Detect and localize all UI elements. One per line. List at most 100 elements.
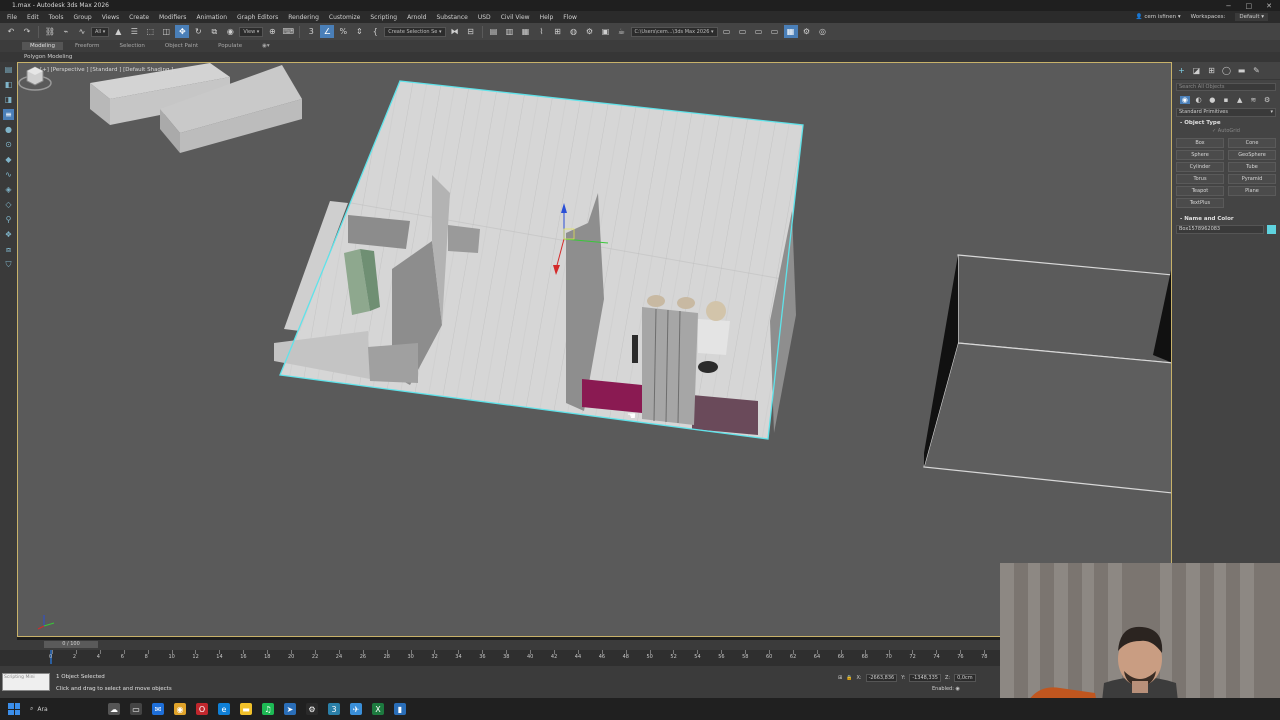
tab-modeling[interactable]: Modeling [22,42,64,50]
ribbon-options-icon[interactable]: ◉▾ [254,42,278,50]
object-name-field[interactable]: Box1578962083 [1176,225,1264,234]
app-icon[interactable]: ▮ [394,703,406,715]
render-setup-icon[interactable]: ⚙ [583,25,597,38]
menu-customize[interactable]: Customize [324,14,366,21]
curve-editor-icon[interactable]: ⌇ [535,25,549,38]
pyramid-button[interactable]: Pyramid [1228,174,1276,184]
selection-filter-dropdown[interactable]: All ▾ [91,26,110,37]
select-object-icon[interactable]: ▲ [111,25,125,38]
search-objects-input[interactable]: Search All Objects [1176,83,1276,91]
select-by-name-icon[interactable]: ☰ [127,25,141,38]
taskbar-search[interactable]: ⌕ Ara [30,705,98,713]
menu-usd[interactable]: USD [473,14,496,21]
edge-icon[interactable]: e [218,703,230,715]
space-warps-icon[interactable]: ≋ [1249,96,1259,104]
shapes-icon[interactable]: ◐ [1194,96,1204,104]
maxscript-listener[interactable]: Scripting Mini [2,673,50,691]
angle-snap-icon[interactable]: ∠ [320,25,335,38]
viewcube-icon[interactable] [18,63,52,93]
y-coordinate-field[interactable]: -1348,335 [909,674,941,682]
windows-start-icon[interactable] [8,703,20,715]
tab-populate[interactable]: Populate [210,42,250,50]
teapot-button[interactable]: Teapot [1176,186,1224,196]
close-button[interactable]: ✕ [1266,2,1272,10]
xref-side-icon[interactable]: ⧈ [3,244,14,255]
material-editor-icon[interactable]: ◍ [567,25,581,38]
object-color-swatch[interactable] [1267,225,1276,234]
light-side-icon[interactable]: ● [3,124,14,135]
settings-app-icon[interactable]: ⚙ [306,703,318,715]
viewport-label[interactable]: [+] [Perspective ] [Standard ] [Default … [40,67,173,73]
menu-graph-editors[interactable]: Graph Editors [232,14,283,21]
menu-civil-view[interactable]: Civil View [496,14,535,21]
spacewarp-side-icon[interactable]: ∿ [3,169,14,180]
camera-side-icon[interactable]: ⊙ [3,139,14,150]
excel-icon[interactable]: X [372,703,384,715]
geosphere-button[interactable]: GeoSphere [1228,150,1276,160]
minimize-button[interactable]: − [1226,2,1232,10]
geometry-side-icon[interactable]: ◈ [3,184,14,195]
snaps-toggle-icon[interactable]: 3 [304,25,318,38]
3dsmax-app-icon[interactable]: 3 [328,703,340,715]
absolute-mode-icon[interactable]: ⊞ [838,675,842,681]
spotify-icon[interactable]: ♫ [262,703,274,715]
keyboard-shortcut-icon[interactable]: ⌨ [281,25,295,38]
timeline-track[interactable]: 0 2 4 6 8 10 12 14 16 18 20 22 24 26 28 30 32 34 36 38 40 42 4… [0,650,1000,666]
x-coordinate-field[interactable]: -2663,836 [865,674,898,682]
utilities-tab-icon[interactable]: ✎ [1251,66,1262,75]
primitive-category-dropdown[interactable]: Standard Primitives ▾ [1176,108,1276,117]
object-type-rollout[interactable]: - Object Type [1176,120,1276,126]
scene-explorer-icon[interactable]: ▤ [487,25,501,38]
percent-snap-icon[interactable]: % [336,25,350,38]
toggle-ribbon-icon[interactable]: ▦ [519,25,533,38]
bind-space-warp-icon[interactable]: ∿ [75,25,89,38]
tab-object-paint[interactable]: Object Paint [157,42,206,50]
systems-icon[interactable]: ⚙ [1262,96,1272,104]
geometry-icon[interactable]: ◉ [1180,96,1190,104]
modify-tab-icon[interactable]: ◪ [1191,66,1202,75]
time-slider[interactable]: 0 / 100 [44,641,98,648]
select-and-move-icon[interactable]: ✥ [175,25,190,38]
menu-scripting[interactable]: Scripting [365,14,402,21]
undo-icon[interactable]: ↶ [4,25,18,38]
telegram-icon[interactable]: ➤ [284,703,296,715]
sort-side-icon[interactable]: ≡ [3,109,14,120]
task-view-icon[interactable]: ▭ [130,703,142,715]
render-shading-icon[interactable]: ▭ [752,25,766,38]
menu-group[interactable]: Group [68,14,96,21]
settings-icon[interactable]: ⚙ [800,25,814,38]
app-icon[interactable]: ✈ [350,703,362,715]
textplus-button[interactable]: TextPlus [1176,198,1224,208]
chrome-icon[interactable]: ◉ [174,703,186,715]
align-icon[interactable]: ⊟ [464,25,478,38]
motion-tab-icon[interactable]: ◯ [1221,66,1232,75]
toggle-icon[interactable]: ◉ [955,686,959,692]
select-and-rotate-icon[interactable]: ↻ [191,25,205,38]
project-path-dropdown[interactable]: C:\Users\cem...\3ds Max 2026 ▾ [630,26,718,37]
menu-rendering[interactable]: Rendering [283,14,324,21]
helper-side-icon[interactable]: ◆ [3,154,14,165]
viewport-grid-icon[interactable]: ▦ [783,25,798,38]
menu-file[interactable]: File [2,14,22,21]
layer-explorer-icon[interactable]: ▥ [503,25,517,38]
menu-animation[interactable]: Animation [191,14,232,21]
menu-edit[interactable]: Edit [22,14,44,21]
named-selection-dropdown[interactable]: Create Selection Se ▾ [384,26,446,37]
menu-arnold[interactable]: Arnold [402,14,431,21]
pivot-center-icon[interactable]: ⊕ [265,25,279,38]
tab-selection[interactable]: Selection [112,42,153,50]
rendered-frame-window-icon[interactable]: ▣ [599,25,613,38]
menu-help[interactable]: Help [535,14,559,21]
bone-side-icon[interactable]: ⚲ [3,214,14,225]
box-button[interactable]: Box [1176,138,1224,148]
z-coordinate-field[interactable]: 0,0cm [954,674,976,682]
edit-named-selection-icon[interactable]: { [368,25,382,38]
workspace-dropdown[interactable]: Default ▾ [1235,13,1268,21]
unlink-icon[interactable]: ⌁ [59,25,73,38]
name-color-rollout[interactable]: - Name and Color [1176,216,1276,222]
viewport-layout-icon[interactable]: ▭ [736,25,750,38]
perspective-viewport[interactable]: ☚ [+] [Perspective ] [Standard ] [Defaul… [17,62,1172,637]
link-icon[interactable]: ⛓ [43,25,57,38]
file-explorer-icon[interactable]: ▬ [240,703,252,715]
project-folder-icon[interactable]: ▭ [720,25,734,38]
